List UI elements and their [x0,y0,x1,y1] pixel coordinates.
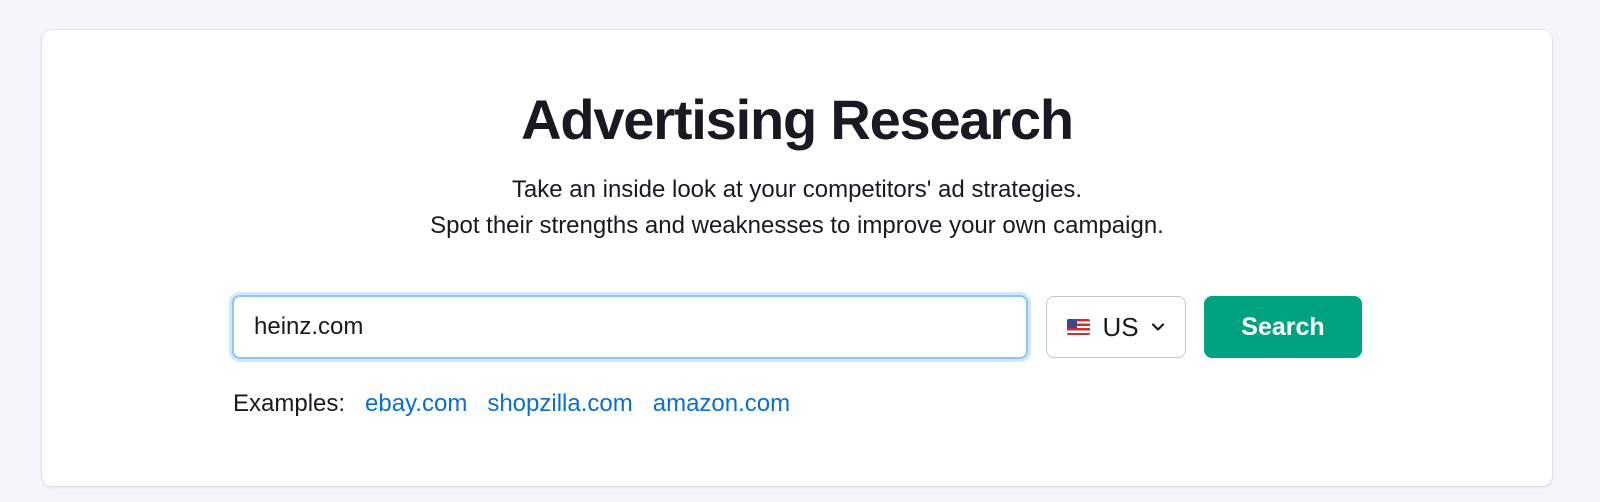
examples-row: Examples: ebay.com shopzilla.com amazon.… [233,390,790,418]
database-label: US [1102,311,1139,342]
example-link-ebay[interactable]: ebay.com [365,390,467,418]
database-selector[interactable]: US [1046,296,1186,358]
subtitle-line-2: Spot their strengths and weaknesses to i… [430,212,1164,239]
search-button[interactable]: Search [1204,296,1362,358]
advertising-research-card: Advertising Research Take an inside look… [42,30,1552,486]
examples-label: Examples: [233,390,346,417]
page-subtitle: Take an inside look at your competitors'… [42,172,1552,244]
example-link-amazon[interactable]: amazon.com [653,390,790,418]
subtitle-line-1: Take an inside look at your competitors'… [511,176,1083,203]
search-row: US Search [232,295,1362,359]
search-input-wrapper[interactable] [232,295,1028,359]
us-flag-icon [1067,319,1091,335]
example-link-shopzilla[interactable]: shopzilla.com [487,390,632,418]
page-title: Advertising Research [521,88,1074,151]
domain-search-input[interactable] [254,313,1006,341]
chevron-down-icon [1151,323,1164,331]
